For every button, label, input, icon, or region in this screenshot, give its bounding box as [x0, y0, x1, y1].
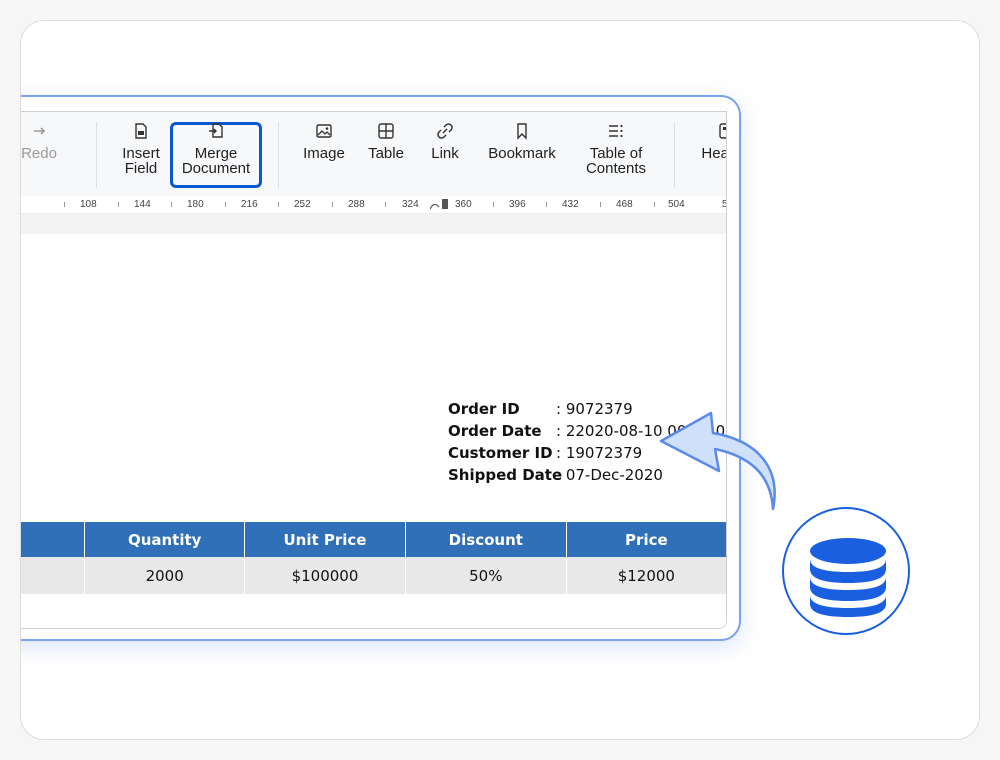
merge-document-label: Merge Document	[181, 145, 251, 177]
ruler-tick	[278, 202, 279, 207]
redo-button[interactable]: Redo	[21, 122, 64, 162]
insert-field-icon	[135, 123, 147, 139]
table-of-contents-label: Table of Contents	[585, 145, 647, 177]
order-key: Shipped Date	[448, 466, 563, 484]
order-value: : 07-Dec-2020	[556, 466, 663, 484]
ruler-tick	[225, 202, 226, 207]
order-value: : 9072379	[556, 400, 633, 418]
ruler-tick	[385, 202, 386, 207]
image-button[interactable]: Image	[296, 122, 352, 161]
ruler-mark: 180	[187, 199, 204, 210]
table-of-contents-button[interactable]: Table of Contents	[580, 122, 652, 176]
header-button[interactable]: Header	[696, 122, 727, 162]
ruler-mark: 396	[509, 199, 526, 210]
ruler-mark: 468	[616, 199, 633, 210]
ruler-mark: 324	[402, 199, 419, 210]
ruler-tick	[332, 202, 333, 207]
order-value: : 19072379	[556, 444, 643, 462]
merge-document-icon	[209, 123, 223, 138]
order-key: Customer ID	[448, 444, 553, 462]
ruler-mark: 288	[348, 199, 365, 210]
table-header: Quantity	[84, 522, 246, 557]
table-cell[interactable]: 50%	[405, 557, 567, 594]
curved-arrow-icon	[659, 411, 776, 511]
outer-card: Redo Insert Field Merge Document Image T…	[20, 20, 980, 740]
horizontal-ruler[interactable]: 108 144 180 216 252 288 324 360 396 432 …	[21, 196, 726, 214]
table-cell[interactable]: $100000	[244, 557, 406, 594]
image-label: Image	[303, 145, 345, 162]
merge-document-button[interactable]: Merge Document	[170, 122, 262, 176]
ruler-tick	[118, 202, 119, 207]
bookmark-icon	[517, 123, 527, 140]
toolbar-separator	[674, 122, 675, 188]
table-icon	[378, 123, 394, 139]
table-header: Discount	[405, 522, 567, 557]
ruler-mark: 432	[562, 199, 579, 210]
link-label: Link	[431, 145, 459, 162]
table-label: Table	[368, 145, 404, 162]
ruler-mark: 540	[722, 199, 726, 210]
ruler-tick	[493, 202, 494, 207]
order-table[interactable]: Quantity Unit Price Discount Price 2000 …	[21, 522, 726, 594]
document-editor-window: Redo Insert Field Merge Document Image T…	[21, 95, 741, 641]
table-cell[interactable]: 2000	[84, 557, 246, 594]
table-cell[interactable]: $12000	[566, 557, 726, 594]
ruler-mark: 504	[668, 199, 685, 210]
ruler-tick	[600, 202, 601, 207]
ruler-mark: 144	[134, 199, 151, 210]
ruler-tick	[171, 202, 172, 207]
toolbar-separator	[96, 122, 97, 188]
toolbar-separator	[278, 122, 279, 188]
table-of-contents-icon	[609, 124, 623, 138]
table-button[interactable]: Table	[364, 122, 408, 161]
insert-field-button[interactable]: Insert Field	[116, 122, 166, 176]
header-icon	[719, 123, 726, 139]
redo-label: Redo	[21, 145, 57, 162]
link-icon	[437, 123, 453, 139]
link-button[interactable]: Link	[427, 122, 463, 161]
bookmark-label: Bookmark	[488, 145, 556, 162]
image-icon	[316, 124, 332, 138]
database-badge	[782, 507, 910, 635]
ruler-mark: 108	[80, 199, 97, 210]
ruler-tick	[546, 202, 547, 207]
document-page[interactable]: Order ID : 9072379 Order Date : 22020-08…	[21, 234, 726, 628]
ruler-tick	[654, 202, 655, 207]
ribbon-toolbar: Redo Insert Field Merge Document Image T…	[21, 112, 727, 196]
redo-icon	[34, 127, 46, 135]
ruler-gutter	[21, 214, 726, 234]
ruler-mark: 252	[294, 199, 311, 210]
insert-field-label: Insert Field	[122, 145, 160, 177]
header-label: Header	[701, 145, 727, 162]
table-header	[21, 522, 86, 557]
table-header: Price	[566, 522, 726, 557]
bookmark-button[interactable]: Bookmark	[482, 122, 562, 161]
order-key: Order ID	[448, 400, 520, 418]
table-cell[interactable]	[21, 557, 86, 594]
table-header: Unit Price	[244, 522, 406, 557]
table-header-row: Quantity Unit Price Discount Price	[21, 522, 726, 557]
indent-marker-icon[interactable]	[430, 197, 460, 213]
order-key: Order Date	[448, 422, 542, 440]
table-row: 2000 $100000 50% $12000	[21, 557, 726, 594]
ruler-mark: 216	[241, 199, 258, 210]
editor-frame: Redo Insert Field Merge Document Image T…	[21, 111, 727, 629]
ruler-tick	[64, 202, 65, 207]
database-icon	[810, 538, 886, 617]
